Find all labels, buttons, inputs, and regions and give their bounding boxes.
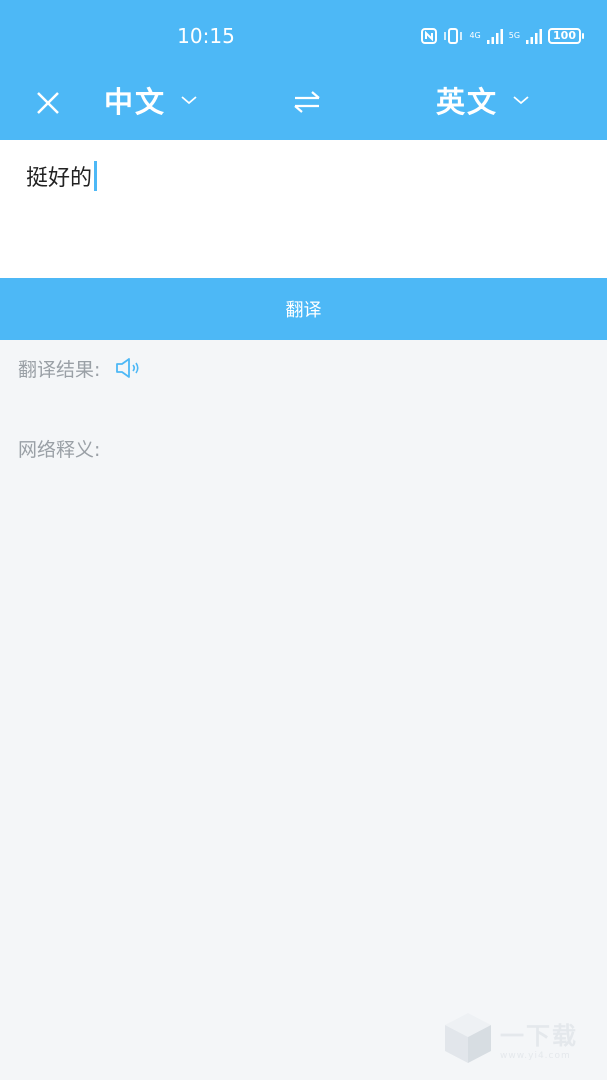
network-label-5g: 5G bbox=[508, 31, 521, 40]
translation-input[interactable]: 挺好的 bbox=[0, 140, 607, 278]
input-text-container[interactable]: 挺好的 bbox=[26, 160, 98, 192]
watermark: 一下载 www.yi4.com bbox=[442, 1008, 592, 1068]
input-value: 挺好的 bbox=[26, 166, 93, 191]
status-time: 10:15 bbox=[177, 24, 235, 48]
translation-result-row: 翻译结果: bbox=[18, 354, 142, 382]
status-icons: 4G 5G 100 bbox=[421, 27, 584, 45]
source-language-selector[interactable]: 中文 bbox=[104, 80, 198, 120]
battery-icon: 100 bbox=[548, 28, 584, 44]
swap-icon bbox=[294, 91, 320, 113]
translate-button-label: 翻译 bbox=[285, 300, 322, 321]
translation-result-label: 翻译结果: bbox=[18, 358, 101, 381]
watermark-title: 一下载 bbox=[500, 1021, 578, 1050]
watermark-text: 一下载 www.yi4.com bbox=[500, 1016, 578, 1061]
target-language-label: 英文 bbox=[436, 85, 499, 119]
nfc-icon bbox=[421, 28, 438, 44]
close-icon bbox=[37, 92, 59, 114]
chevron-down-icon bbox=[513, 96, 529, 105]
network-label-4g: 4G bbox=[469, 31, 481, 40]
close-button[interactable] bbox=[30, 85, 66, 121]
cube-logo-icon bbox=[445, 1013, 491, 1063]
signal-icon bbox=[486, 29, 503, 44]
toolbar: 中文 英文 bbox=[0, 70, 607, 140]
text-caret bbox=[94, 161, 98, 191]
speaker-icon[interactable] bbox=[114, 356, 142, 380]
signal-icon bbox=[526, 29, 543, 44]
swap-languages-button[interactable] bbox=[290, 88, 324, 116]
source-language-label: 中文 bbox=[104, 85, 167, 119]
web-definition-row: 网络释义: bbox=[18, 434, 100, 462]
vibrate-icon bbox=[444, 28, 463, 44]
status-bar: 10:15 4G 5G 100 bbox=[0, 0, 607, 70]
web-definition-label: 网络释义: bbox=[18, 438, 101, 461]
translate-button[interactable]: 翻译 bbox=[0, 278, 607, 340]
watermark-url: www.yi4.com bbox=[500, 1050, 571, 1061]
target-language-selector[interactable]: 英文 bbox=[436, 80, 530, 120]
chevron-down-icon bbox=[181, 96, 197, 105]
